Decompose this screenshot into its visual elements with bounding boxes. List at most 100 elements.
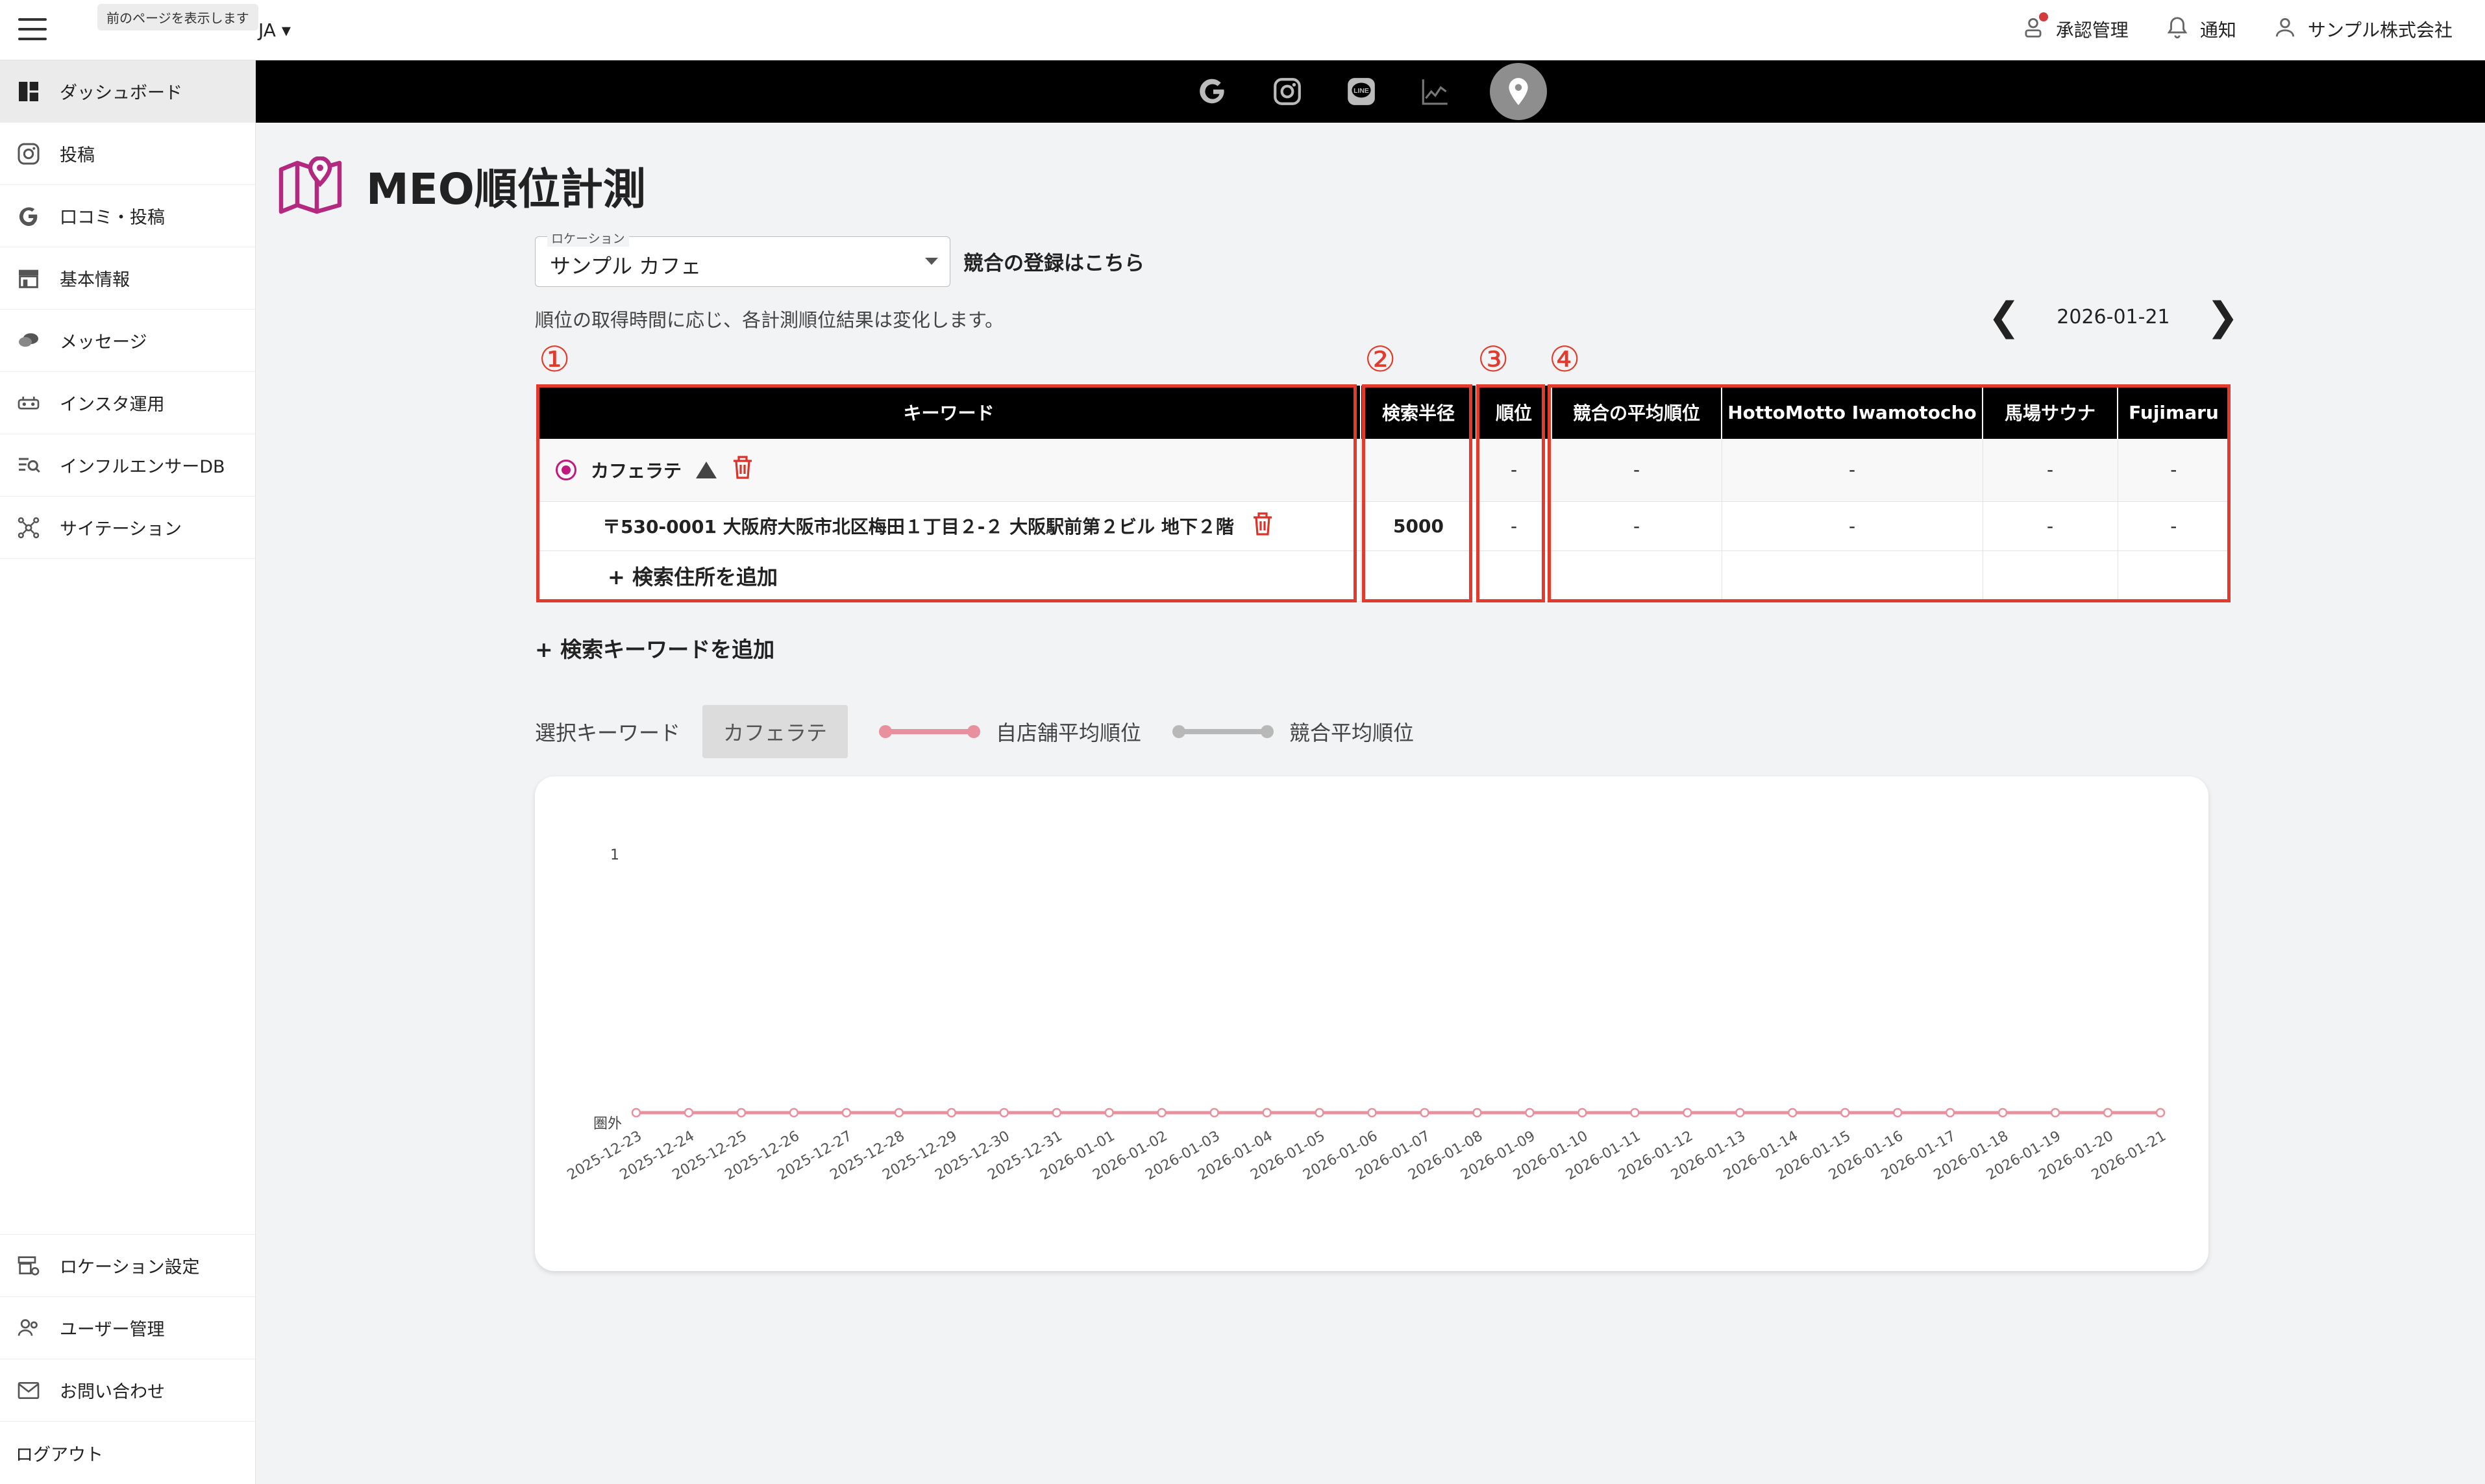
header-competitor-1: HottoMotto Iwamotocho [1721, 386, 1983, 439]
selected-keyword-chip[interactable]: カフェラテ [702, 705, 848, 758]
data-point [1525, 1107, 1535, 1118]
sidebar-item-label: サイテーション [60, 519, 182, 539]
approval-label: 承認管理 [2055, 19, 2129, 41]
legend-own: 自店舗平均順位 [879, 717, 1142, 747]
influencer-search-icon [19, 458, 40, 473]
map-pin-icon[interactable] [1490, 63, 1547, 120]
keyword-radius [1360, 439, 1476, 502]
legend-own-line [879, 725, 981, 738]
rank-line-chart: 1圏外2025-12-232025-12-242025-12-252025-12… [565, 847, 2169, 1183]
next-date-button[interactable]: ❯ [2207, 297, 2239, 336]
google-icon[interactable] [1194, 72, 1233, 111]
data-point [1262, 1107, 1272, 1118]
marker-3: ③ [1477, 339, 1509, 380]
selected-keyword-label: 選択キーワード [535, 721, 681, 745]
language-select[interactable]: JA ▾ [258, 19, 291, 41]
instagram-icon[interactable] [1268, 72, 1307, 111]
sidebar-item-citation[interactable]: サイテーション [0, 497, 255, 559]
rank-note: 順位の取得時間に応じ、各計測順位結果は変化します。 [535, 309, 1004, 331]
legend-comp-label: 競合平均順位 [1289, 721, 1415, 745]
current-date: 2026-01-21 [2057, 305, 2170, 328]
keyword-name: カフェラテ [591, 460, 682, 482]
sidebar-item-logout[interactable]: ログアウト [0, 1422, 255, 1484]
notifications-button[interactable]: 通知 [2165, 15, 2236, 44]
competitor-register-link[interactable]: 競合の登録はこちら [963, 247, 1144, 276]
address-cell: 〒530-0001 大阪府大阪市北区梅田１丁目２-２ 大阪駅前第２ビル 地下２階 [538, 501, 1361, 551]
location-settings-icon [18, 1255, 40, 1276]
data-point [1209, 1107, 1219, 1118]
instagram-icon [18, 143, 40, 164]
data-point [2103, 1107, 2113, 1118]
approval-icon [2021, 12, 2048, 44]
keyword-radio[interactable] [556, 459, 576, 480]
top-bar: 前のページを表示します JA ▾ 承認管理 通知 サンプル株式会社 [0, 0, 2485, 60]
data-point [789, 1107, 799, 1118]
account-button[interactable]: サンプル株式会社 [2273, 15, 2453, 44]
users-icon [18, 1318, 38, 1336]
trash-icon[interactable] [731, 454, 754, 485]
sidebar-item-label: ロケーション設定 [60, 1257, 200, 1278]
add-address-button[interactable]: + 検索住所を追加 [538, 550, 1361, 602]
marker-4: ④ [1549, 339, 1581, 380]
sidebar-item-posts[interactable]: 投稿 [0, 123, 255, 185]
table-row: 〒530-0001 大阪府大阪市北区梅田１丁目２-２ 大阪駅前第２ビル 地下２階… [538, 501, 2229, 551]
sidebar-item-insta-ops[interactable]: インスタ運用 [0, 372, 255, 434]
sidebar: ダッシュボード 投稿 口コミ・投稿 基本情報 メッセージ インスタ運用 インフル… [0, 60, 256, 1484]
data-point [631, 1107, 641, 1118]
line-icon[interactable]: LINE [1342, 72, 1381, 111]
page-title: MEO順位計測 [366, 164, 646, 214]
sidebar-item-label: 基本情報 [60, 270, 130, 290]
keyword-rank-table: キーワード 検索半径 順位 競合の平均順位 HottoMotto Iwamoto… [538, 386, 2229, 602]
location-select[interactable]: ロケーション サンプル カフェ [535, 229, 950, 287]
header-radius: 検索半径 [1360, 386, 1476, 439]
header-comp-avg: 競合の平均順位 [1551, 386, 1722, 439]
data-point [1997, 1107, 2008, 1118]
location-select-value: サンプル カフェ [550, 254, 702, 278]
sidebar-item-influencer-db[interactable]: インフルエンサーDB [0, 434, 255, 497]
collapse-triangle-icon[interactable] [696, 461, 717, 478]
user-icon [2273, 15, 2297, 44]
data-point [1787, 1107, 1798, 1118]
header-rank: 順位 [1476, 386, 1552, 439]
legend-own-label: 自店舗平均順位 [996, 721, 1142, 745]
data-point [1840, 1107, 1850, 1118]
sidebar-item-label: ユーザー管理 [60, 1320, 165, 1340]
location-select-label: ロケーション [547, 229, 629, 247]
table-row: + 検索住所を追加 [538, 550, 2229, 602]
sidebar-item-reviews[interactable]: 口コミ・投稿 [0, 185, 255, 247]
sidebar-item-messages[interactable]: メッセージ [0, 310, 255, 372]
trash-icon[interactable] [1251, 511, 1274, 541]
address-comp-avg: - [1551, 501, 1722, 551]
address-competitor-3: - [2117, 501, 2229, 551]
message-icon [19, 332, 38, 347]
header-keyword: キーワード [538, 386, 1361, 439]
data-point [1683, 1107, 1692, 1118]
y-tick-label: 圏外 [593, 1116, 622, 1132]
instagram-ops-icon [18, 396, 40, 410]
sidebar-item-dashboard[interactable]: ダッシュボード [0, 60, 255, 123]
chevron-down-icon [925, 258, 938, 265]
sidebar-item-location-settings[interactable]: ロケーション設定 [0, 1235, 255, 1297]
google-icon [19, 206, 38, 226]
sidebar-item-contact[interactable]: お問い合わせ [0, 1359, 255, 1422]
approval-button[interactable]: 承認管理 [2021, 12, 2129, 44]
chart-icon[interactable] [1416, 72, 1455, 111]
keyword-competitor-1: - [1721, 439, 1983, 502]
keyword-competitor-3: - [2117, 439, 2229, 502]
hamburger-menu-icon[interactable] [18, 18, 47, 42]
sidebar-item-user-management[interactable]: ユーザー管理 [0, 1297, 255, 1359]
address-competitor-2: - [1982, 501, 2118, 551]
data-point [841, 1107, 852, 1118]
company-name: サンプル株式会社 [2307, 19, 2453, 41]
prev-date-button[interactable]: ❮ [1988, 297, 2020, 336]
empty-cell [1360, 550, 1476, 602]
keyword-competitor-2: - [1982, 439, 2118, 502]
map-location-icon [278, 156, 342, 214]
data-point [1735, 1107, 1745, 1118]
keyword-comp-avg: - [1551, 439, 1722, 502]
empty-cell [1551, 550, 1722, 602]
sidebar-item-basic-info[interactable]: 基本情報 [0, 247, 255, 310]
data-point [1577, 1107, 1587, 1118]
page-title-block: MEO順位計測 [278, 155, 646, 217]
add-keyword-button[interactable]: + 検索キーワードを追加 [535, 632, 774, 663]
